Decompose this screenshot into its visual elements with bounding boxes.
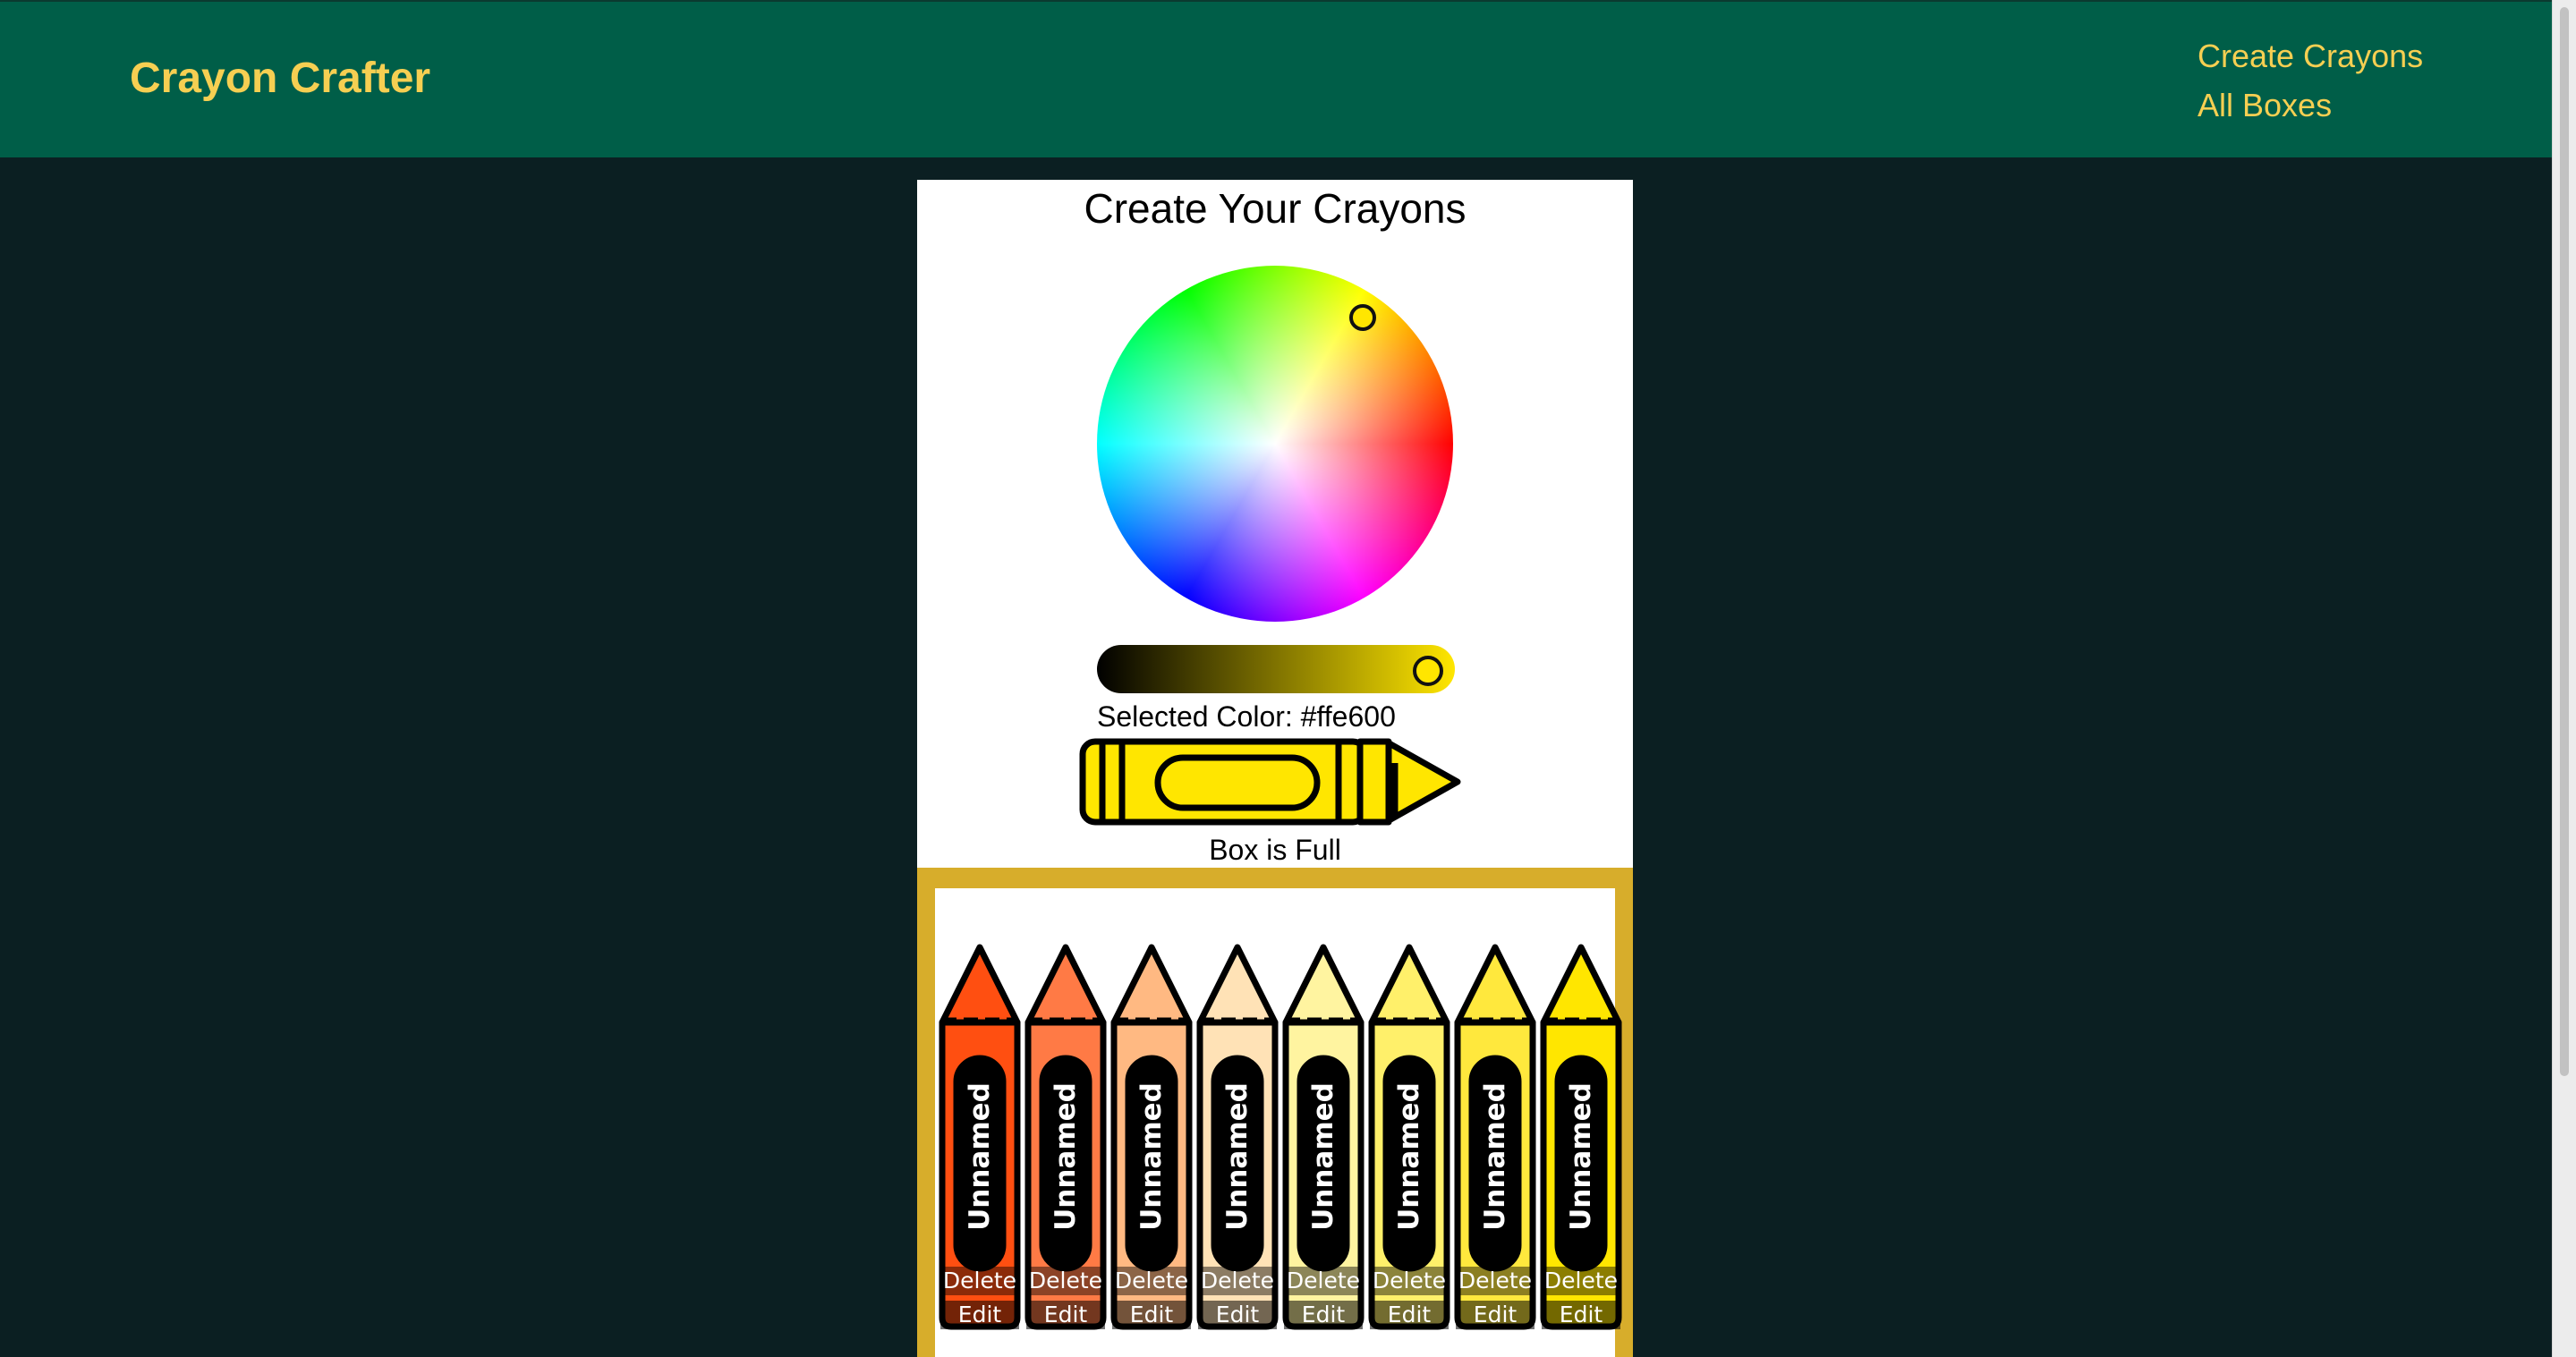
- crayon-delete-button[interactable]: Delete: [1370, 1267, 1449, 1295]
- crayon-tip: [1196, 944, 1279, 1026]
- crayon-edit-button[interactable]: Edit: [1370, 1301, 1449, 1329]
- crayon-edit-button[interactable]: Edit: [940, 1301, 1019, 1329]
- crayon-box-notch: [1615, 888, 1626, 942]
- nav-create-crayons[interactable]: Create Crayons: [2198, 38, 2423, 75]
- selected-color-text: Selected Color: #ffe600: [1097, 700, 1396, 733]
- crayon-delete-button[interactable]: Delete: [940, 1267, 1019, 1295]
- crayon-item[interactable]: Unnamed Delete Edit: [1538, 942, 1624, 1331]
- crayon-tip: [1024, 944, 1107, 1026]
- crayon-delete-button[interactable]: Delete: [1198, 1267, 1277, 1295]
- crayon-item[interactable]: Unnamed Delete Edit: [1194, 942, 1280, 1331]
- brand-title[interactable]: Crayon Crafter: [130, 54, 430, 103]
- crayon-item[interactable]: Unnamed Delete Edit: [1280, 942, 1366, 1331]
- crayon-edit-button[interactable]: Edit: [1112, 1301, 1191, 1329]
- crayon-preview: [1079, 738, 1461, 826]
- crayon-tip: [1454, 944, 1536, 1026]
- crayon-delete-button[interactable]: Delete: [1542, 1267, 1620, 1295]
- crayon-delete-button[interactable]: Delete: [1284, 1267, 1363, 1295]
- crayon-edit-button[interactable]: Edit: [1198, 1301, 1277, 1329]
- crayon-name: Unnamed: [1050, 1082, 1082, 1231]
- app-header: Crayon Crafter Create Crayons All Boxes: [0, 0, 2552, 157]
- page-title: Create Your Crayons: [1084, 185, 1467, 232]
- color-wheel-handle[interactable]: [1349, 304, 1376, 331]
- crayon-name: Unnamed: [1393, 1082, 1425, 1231]
- crayon-tip: [939, 944, 1021, 1026]
- crayon-name: Unnamed: [964, 1082, 996, 1231]
- crayon-tip: [1540, 944, 1622, 1026]
- box-status: Box is Full: [1209, 834, 1341, 866]
- crayon-delete-button[interactable]: Delete: [1112, 1267, 1191, 1295]
- brightness-slider-handle[interactable]: [1413, 656, 1443, 686]
- crayon-edit-button[interactable]: Edit: [1284, 1301, 1363, 1329]
- color-wheel[interactable]: [1097, 266, 1453, 622]
- crayon-item[interactable]: Unnamed Delete Edit: [1109, 942, 1194, 1331]
- crayon-edit-button[interactable]: Edit: [1456, 1301, 1535, 1329]
- crayon-item[interactable]: Unnamed Delete Edit: [1366, 942, 1452, 1331]
- brightness-slider[interactable]: [1097, 645, 1455, 693]
- crayon-name: Unnamed: [1221, 1082, 1254, 1231]
- preview-crayon-label: [1154, 754, 1321, 811]
- crayon-delete-button[interactable]: Delete: [1456, 1267, 1535, 1295]
- scrollbar-thumb[interactable]: [2560, 7, 2569, 1076]
- crayon-delete-button[interactable]: Delete: [1026, 1267, 1105, 1295]
- crayon-name: Unnamed: [1135, 1082, 1168, 1231]
- crayon-name: Unnamed: [1307, 1082, 1339, 1231]
- crayon-item[interactable]: Unnamed Delete Edit: [1023, 942, 1109, 1331]
- crayon-tip: [1368, 944, 1450, 1026]
- crayon-name: Unnamed: [1479, 1082, 1511, 1231]
- crayon-edit-button[interactable]: Edit: [1542, 1301, 1620, 1329]
- crayon-item[interactable]: Unnamed Delete Edit: [1452, 942, 1538, 1331]
- crayon-edit-button[interactable]: Edit: [1026, 1301, 1105, 1329]
- crayon-tip: [1282, 944, 1365, 1026]
- crayon-item[interactable]: Unnamed Delete Edit: [937, 942, 1023, 1331]
- nav-all-boxes[interactable]: All Boxes: [2198, 87, 2332, 124]
- crayon-name: Unnamed: [1565, 1082, 1597, 1231]
- crayon-tip: [1110, 944, 1193, 1026]
